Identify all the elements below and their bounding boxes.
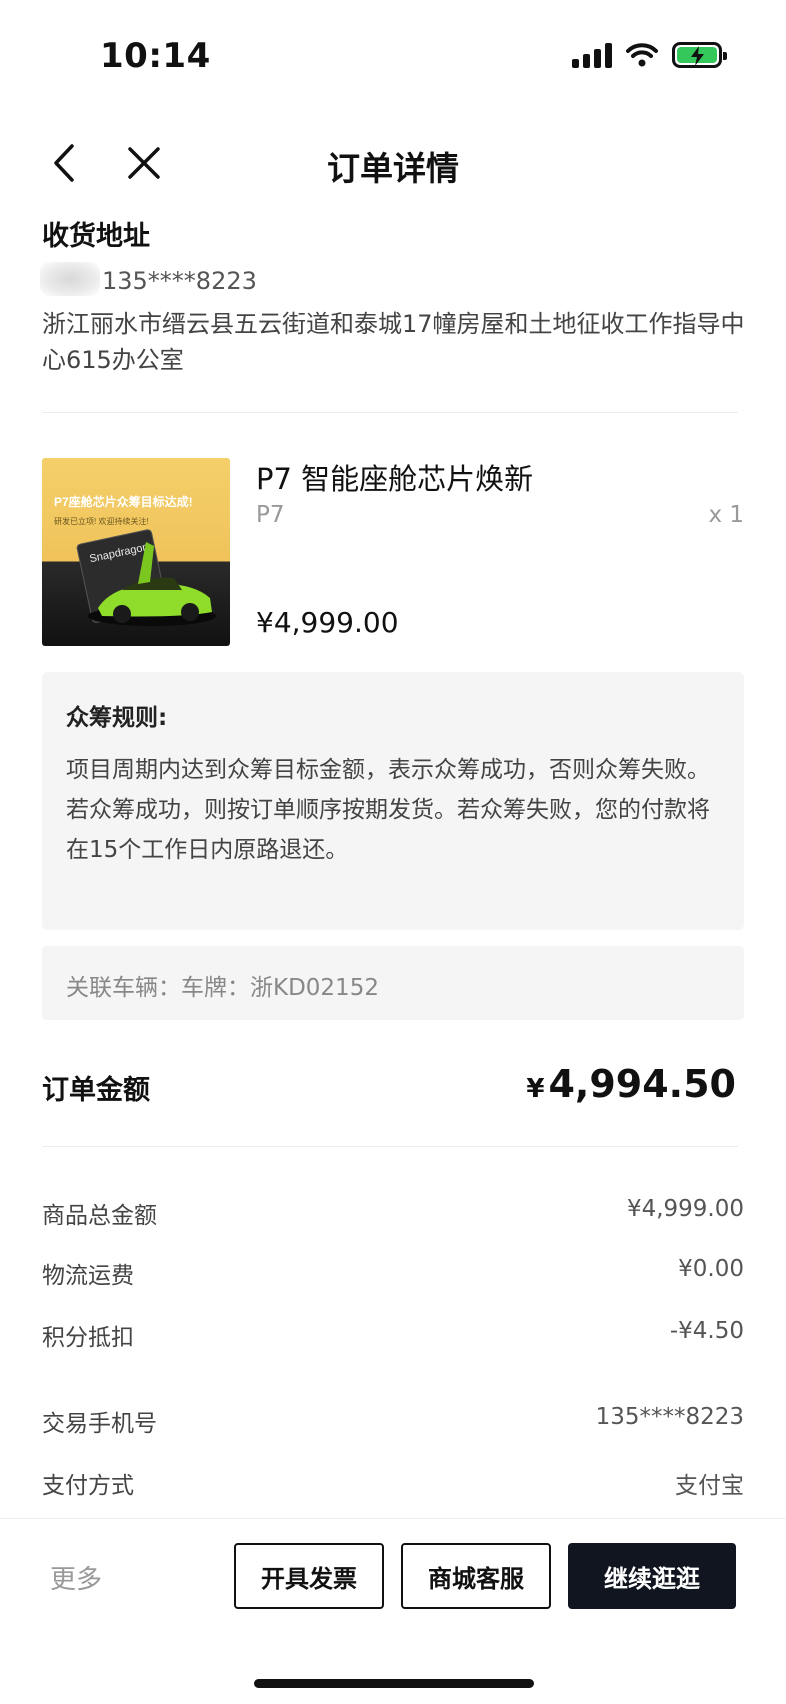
rules-line-2: 若众筹成功，则按订单顺序按期发货。若众筹失败，您的付款将在15个工作日内原路退还…	[66, 797, 710, 863]
address-phone: 135****8223	[102, 267, 257, 295]
recipient-name-redacted	[40, 262, 100, 296]
divider	[42, 1146, 738, 1147]
signal-icon	[572, 42, 612, 68]
home-indicator	[254, 1679, 534, 1688]
battery-charging-icon	[672, 42, 727, 68]
product-image[interactable]: P7座舱芯片众筹目标达成! 研发已立项! 欢迎持续关注! Snapdragon	[42, 458, 230, 646]
more-button[interactable]: 更多	[50, 1559, 102, 1596]
product-image-banner: P7座舱芯片众筹目标达成!	[54, 494, 193, 509]
detail-label-payment: 支付方式	[42, 1473, 134, 1499]
rules-text: 项目周期内达到众筹目标金额，表示众筹成功，否则众筹失败。 若众筹成功，则按订单顺…	[66, 750, 720, 870]
address-detail: 浙江丽水市缙云县五云街道和泰城17幢房屋和土地征收工作指导中心615办公室	[42, 310, 745, 374]
detail-value-shipping: ¥0.00	[678, 1256, 744, 1282]
address-heading: 收货地址	[42, 221, 150, 252]
detail-value-goods-total: ¥4,999.00	[626, 1196, 744, 1222]
linked-vehicle: 关联车辆：车牌：浙KD02152	[42, 946, 744, 1020]
wifi-icon	[626, 43, 658, 67]
status-icons	[572, 42, 727, 68]
detail-label-goods-total: 商品总金额	[42, 1203, 157, 1229]
detail-value-payment: 支付宝	[675, 1473, 744, 1499]
detail-label-points: 积分抵扣	[42, 1325, 134, 1351]
order-detail-page: 10:14 订单详情 收货地址 135****8223 浙江丽水市缙云县五云街道…	[0, 0, 786, 1704]
order-total-currency: ¥	[526, 1074, 545, 1104]
product-name[interactable]: P7 智能座舱芯片焕新	[256, 456, 533, 498]
customer-service-button[interactable]: 商城客服	[401, 1543, 551, 1609]
order-total-amount: 4,994.50	[548, 1062, 736, 1106]
invoice-button[interactable]: 开具发票	[234, 1543, 384, 1609]
order-total-label: 订单金额	[42, 1075, 150, 1106]
nav-bar: 订单详情	[0, 128, 786, 198]
status-time: 10:14	[100, 36, 211, 76]
detail-value-points: -¥4.50	[669, 1318, 744, 1344]
rules-line-1: 项目周期内达到众筹目标金额，表示众筹成功，否则众筹失败。	[66, 757, 710, 783]
product-quantity: x 1	[708, 502, 744, 528]
crowdfunding-rules: 众筹规则: 项目周期内达到众筹目标金额，表示众筹成功，否则众筹失败。 若众筹成功…	[42, 672, 744, 930]
detail-label-phone: 交易手机号	[42, 1411, 157, 1437]
bottom-action-bar: 更多 开具发票 商城客服 继续逛逛	[0, 1518, 786, 1704]
product-variant: P7	[256, 502, 285, 528]
page-title: 订单详情	[327, 149, 459, 188]
divider	[42, 412, 738, 413]
product-image-sub: 研发已立项! 欢迎持续关注!	[54, 516, 149, 526]
continue-shopping-button[interactable]: 继续逛逛	[568, 1543, 736, 1609]
rules-title: 众筹规则:	[66, 705, 168, 731]
detail-value-phone: 135****8223	[595, 1404, 744, 1430]
detail-label-shipping: 物流运费	[42, 1263, 134, 1289]
product-price: ¥4,999.00	[256, 606, 399, 639]
order-total-value: ¥4,994.50	[526, 1062, 736, 1106]
